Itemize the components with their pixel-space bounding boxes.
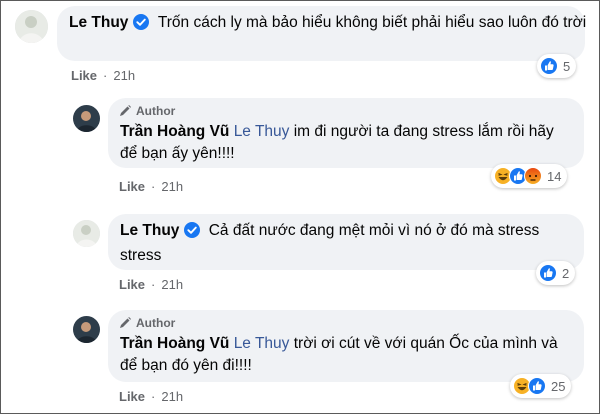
- reaction-summary[interactable]: 5: [537, 54, 577, 78]
- comment-meta: Like · 21h: [119, 277, 183, 292]
- timestamp[interactable]: 21h: [161, 389, 183, 404]
- angry-icon: [524, 167, 542, 185]
- mention-link[interactable]: Le Thuy: [234, 335, 290, 352]
- like-button[interactable]: Like: [71, 68, 97, 83]
- separator: ·: [151, 179, 156, 194]
- reaction-count: 2: [562, 265, 570, 281]
- like-icon: [528, 377, 546, 395]
- avatar[interactable]: [73, 105, 100, 132]
- commenter-name[interactable]: Le Thuy: [69, 14, 128, 32]
- author-badge-label: Author: [136, 104, 176, 118]
- reaction-summary[interactable]: 25: [510, 374, 572, 398]
- reply-bubble: Author Trần Hoàng Vũ Le Thuy im đi người…: [108, 98, 584, 168]
- commenter-name[interactable]: Trần Hoàng Vũ: [120, 121, 229, 143]
- comment-thread: Le Thuy Trốn cách ly mà bảo hiểu không b…: [0, 0, 600, 414]
- avatar[interactable]: [73, 220, 100, 247]
- commenter-name[interactable]: Trần Hoàng Vũ: [120, 333, 229, 355]
- verified-badge-icon: [184, 222, 201, 245]
- reply-bubble: Le Thuy Cả đất nước đang mệt mỏi vì nó ở…: [108, 214, 584, 270]
- reaction-count: 25: [551, 378, 566, 394]
- separator: ·: [103, 68, 108, 83]
- avatar[interactable]: [73, 316, 100, 343]
- like-button[interactable]: Like: [119, 389, 145, 404]
- avatar[interactable]: [15, 10, 48, 43]
- reaction-count: 14: [547, 168, 562, 184]
- like-button[interactable]: Like: [119, 277, 145, 292]
- separator: ·: [151, 389, 156, 404]
- reaction-summary[interactable]: 2: [536, 261, 576, 285]
- pen-icon: [120, 105, 131, 116]
- reply-bubble: Author Trần Hoàng Vũ Le Thuy trời ơi cút…: [108, 310, 584, 382]
- author-badge-label: Author: [136, 316, 176, 330]
- timestamp[interactable]: 21h: [113, 68, 135, 83]
- like-icon: [540, 57, 558, 75]
- comment-meta: Like · 21h: [119, 389, 183, 404]
- author-badge: Author: [118, 314, 175, 332]
- reaction-count: 5: [563, 58, 571, 74]
- mention-link[interactable]: Le Thuy: [234, 123, 290, 140]
- comment-meta: Like · 21h: [119, 179, 183, 194]
- separator: ·: [151, 277, 156, 292]
- timestamp[interactable]: 21h: [161, 277, 183, 292]
- comment-text: Trốn cách ly mà bảo hiểu không biết phải…: [157, 14, 587, 31]
- pen-icon: [120, 317, 131, 328]
- verified-badge-icon: [133, 14, 150, 35]
- timestamp[interactable]: 21h: [161, 179, 183, 194]
- comment-bubble: Le Thuy Trốn cách ly mà bảo hiểu không b…: [57, 6, 587, 61]
- comment-meta: Like · 21h: [71, 68, 135, 83]
- like-icon: [539, 264, 557, 282]
- author-badge: Author: [118, 102, 175, 120]
- reaction-summary[interactable]: 14: [491, 164, 568, 188]
- like-button[interactable]: Like: [119, 179, 145, 194]
- comment-text: Cả đất nước đang mệt mỏi vì nó ở đó mà s…: [120, 222, 540, 264]
- commenter-name[interactable]: Le Thuy: [120, 220, 179, 242]
